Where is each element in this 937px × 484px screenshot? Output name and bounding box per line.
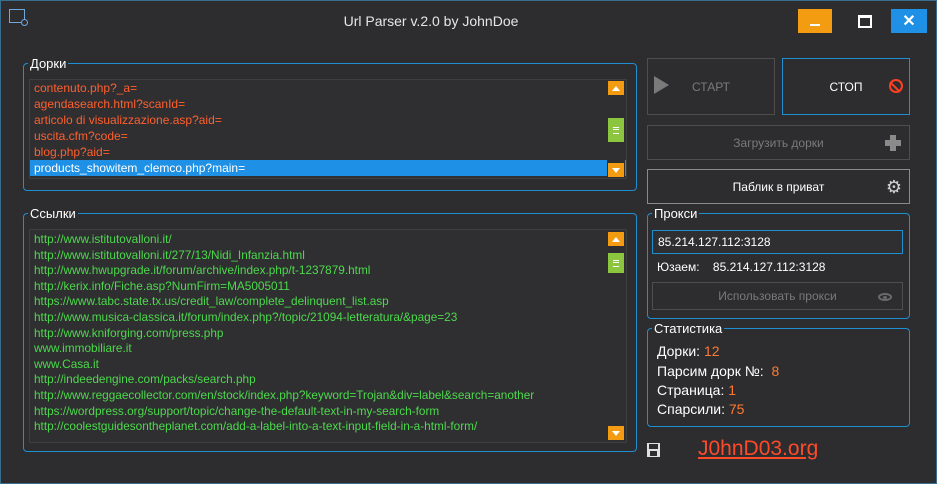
proxy-in-use-value: 85.214.127.112:3128 (712, 260, 826, 274)
link-item[interactable]: http://www.reggaecollector.com/en/stock/… (30, 388, 626, 404)
stats-legend: Статистика (654, 321, 723, 336)
links-scrollbar[interactable] (607, 231, 625, 441)
dorks-listbox[interactable]: contenuto.php?_a= agendasearch.html?scanI… (29, 79, 627, 179)
save-icon[interactable] (647, 443, 660, 457)
link-item[interactable]: http://coolestguidesontheplanet.com/add-… (30, 419, 626, 435)
use-proxy-label: Использовать прокси (718, 289, 837, 303)
start-button[interactable]: СТАРТ (647, 58, 775, 115)
use-proxy-button[interactable]: Использовать прокси (652, 282, 903, 310)
proxy-input[interactable]: 85.214.127.112:3128 (652, 230, 903, 254)
dork-item[interactable]: agendasearch.html?scanId= (30, 96, 626, 112)
stop-icon (889, 79, 903, 93)
maximize-icon (858, 14, 872, 28)
scroll-thumb[interactable] (608, 118, 624, 142)
dorks-list: contenuto.php?_a= agendasearch.html?scanI… (30, 80, 626, 176)
dork-item[interactable]: products_showitem_clemco.php?main= (30, 160, 626, 176)
link-item[interactable]: http://www.hwupgrade.it/forum/archive/in… (30, 263, 626, 279)
links-legend: Ссылки (30, 206, 76, 221)
link-item[interactable]: www.immobiliare.it (30, 341, 626, 357)
link-item[interactable]: https://wordpress.org/support/topic/chan… (30, 404, 626, 420)
stat-dorks: Дорки: 12 (657, 343, 720, 359)
dork-item[interactable]: blog.php?aid= (30, 144, 626, 160)
dork-item[interactable]: contenuto.php?_a= (30, 80, 626, 96)
gear-icon: ⚙ (885, 177, 902, 197)
stop-label: СТОП (829, 79, 863, 94)
link-item[interactable]: http://indeedengine.com/packs/search.php (30, 372, 626, 388)
stat-dorks-value: 12 (703, 343, 720, 359)
stat-parsed-label: Спарсили: (657, 401, 725, 417)
start-label: СТАРТ (692, 79, 730, 94)
link-item[interactable]: www.Casa.it (30, 357, 626, 373)
plus-icon (885, 135, 901, 151)
link-item[interactable]: http://kerix.info/Fiche.asp?NumFirm=MA50… (30, 279, 626, 295)
dork-item[interactable]: uscita.cfm?code= (30, 128, 626, 144)
stat-dorks-label: Дорки: (657, 343, 701, 359)
close-icon: ✕ (902, 13, 916, 30)
scroll-down-icon[interactable] (608, 163, 624, 177)
play-icon (654, 76, 669, 94)
public-to-private-label: Паблик в приват (732, 179, 825, 194)
proxy-legend: Прокси (654, 206, 698, 221)
close-button[interactable]: ✕ (891, 9, 927, 33)
stat-parsing-label: Парсим дорк №: (657, 363, 764, 379)
title-bar: Url Parser v.2.0 by JohnDoe ✕ (1, 1, 936, 47)
minimize-button[interactable] (798, 9, 832, 33)
dorks-legend: Дорки (30, 56, 67, 71)
app-window: Url Parser v.2.0 by JohnDoe ✕ Дорки cont… (0, 0, 937, 484)
stat-parsing: Парсим дорк №: 8 (657, 363, 779, 379)
scroll-up-icon[interactable] (608, 232, 624, 246)
stat-page: Страница: 1 (657, 382, 736, 398)
link-item[interactable]: http://www.istitutovalloni.it/ (30, 232, 626, 248)
proxy-in-use-label: Юзаем: (657, 260, 700, 274)
scroll-up-icon[interactable] (608, 81, 624, 95)
stat-parsed: Спарсили: 75 (657, 401, 744, 417)
public-to-private-button[interactable]: Паблик в приват ⚙ (647, 169, 910, 204)
link-item[interactable]: http://www.istitutovalloni.it/277/13/Nid… (30, 248, 626, 264)
links-list: http://www.istitutovalloni.it/http://www… (30, 230, 626, 435)
load-dorks-label: Загрузить дорки (733, 135, 824, 150)
stop-button[interactable]: СТОП (782, 58, 910, 115)
proxy-in-use: Юзаем: 85.214.127.112:3128 (657, 260, 825, 274)
stat-page-value: 1 (728, 382, 737, 398)
load-dorks-button[interactable]: Загрузить дорки (647, 125, 910, 160)
link-item[interactable]: http://www.kniforging.com/press.php (30, 326, 626, 342)
eye-icon (878, 293, 892, 301)
window-title: Url Parser v.2.0 by JohnDoe (343, 13, 519, 29)
stat-parsing-value: 8 (771, 363, 780, 379)
scroll-thumb[interactable] (608, 253, 624, 273)
link-item[interactable]: https://www.tabc.state.tx.us/credit_law/… (30, 294, 626, 310)
site-link[interactable]: J0hnD03.org (698, 437, 818, 461)
stat-parsed-value: 75 (728, 401, 745, 417)
link-item[interactable]: http://www.musica-classica.it/forum/inde… (30, 310, 626, 326)
scroll-down-icon[interactable] (608, 426, 624, 440)
maximize-button[interactable] (848, 9, 882, 33)
stat-page-label: Страница: (657, 382, 725, 398)
minimize-icon (810, 24, 820, 26)
dorks-scrollbar[interactable] (607, 80, 625, 178)
links-listbox[interactable]: http://www.istitutovalloni.it/http://www… (29, 229, 627, 443)
dork-item[interactable]: articolo di visualizzazione.asp?aid= (30, 112, 626, 128)
